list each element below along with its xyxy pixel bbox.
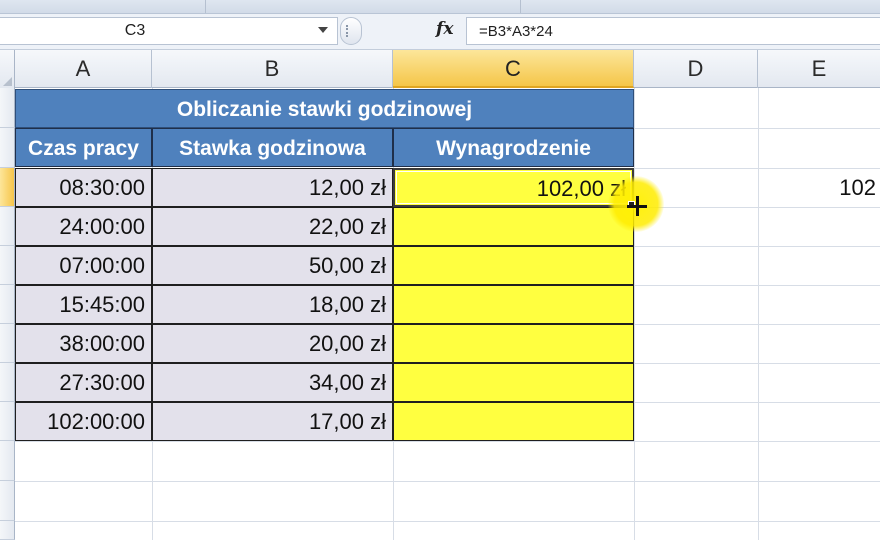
cell-a3[interactable]: 08:30:00 xyxy=(15,168,152,207)
column-header-d[interactable]: D xyxy=(634,50,758,88)
cell-b3[interactable]: 12,00 zł xyxy=(152,168,393,207)
row-header[interactable] xyxy=(0,402,15,441)
header-czas-pracy[interactable]: Czas pracy xyxy=(15,128,152,167)
cell-b9[interactable]: 17,00 zł xyxy=(152,402,393,441)
name-box-value: C3 xyxy=(124,22,146,39)
grid-line xyxy=(15,521,880,522)
cell-a8[interactable]: 27:30:00 xyxy=(15,363,152,402)
row-header[interactable] xyxy=(0,481,15,521)
cell-b4[interactable]: 22,00 zł xyxy=(152,207,393,246)
cell-c4[interactable] xyxy=(393,207,634,246)
row-header[interactable] xyxy=(0,128,15,168)
name-box[interactable]: C3 xyxy=(0,17,338,45)
insert-function-icon[interactable]: fx xyxy=(436,19,453,39)
cell-b6[interactable]: 18,00 zł xyxy=(152,285,393,324)
row-header[interactable] xyxy=(0,285,15,324)
crosshair-cursor-icon xyxy=(627,196,647,216)
cell-b7[interactable]: 20,00 zł xyxy=(152,324,393,363)
cell-b8[interactable]: 34,00 zł xyxy=(152,363,393,402)
cell-b5[interactable]: 50,00 zł xyxy=(152,246,393,285)
cell-a7[interactable]: 38:00:00 xyxy=(15,324,152,363)
column-header-c[interactable]: C xyxy=(393,50,634,88)
cell-a5[interactable]: 07:00:00 xyxy=(15,246,152,285)
column-headers: A B C D E xyxy=(0,50,880,88)
formula-text: =B3*A3*24 xyxy=(479,23,553,40)
cell-a4[interactable]: 24:00:00 xyxy=(15,207,152,246)
grid-line xyxy=(758,88,759,540)
grid-line xyxy=(15,481,880,482)
cell-c8[interactable] xyxy=(393,363,634,402)
column-header-e[interactable]: E xyxy=(758,50,880,88)
grip-icon xyxy=(346,25,349,37)
row-header[interactable] xyxy=(0,324,15,363)
ribbon-separator xyxy=(205,0,206,13)
chevron-down-icon[interactable] xyxy=(318,27,328,33)
header-stawka-godzinowa[interactable]: Stawka godzinowa xyxy=(152,128,393,167)
cell-e3[interactable]: 102 xyxy=(820,168,880,207)
ribbon-separator xyxy=(520,0,521,13)
ribbon-strip xyxy=(0,0,880,14)
cell-a9[interactable]: 102:00:00 xyxy=(15,402,152,441)
column-header-a[interactable]: A xyxy=(15,50,152,88)
row-header[interactable] xyxy=(0,88,15,128)
column-header-b[interactable]: B xyxy=(152,50,393,88)
cell-a6[interactable]: 15:45:00 xyxy=(15,285,152,324)
header-wynagrodzenie[interactable]: Wynagrodzenie xyxy=(393,128,634,167)
grid-line xyxy=(634,88,635,540)
triangle-icon xyxy=(3,77,12,86)
row-header-active[interactable] xyxy=(0,168,15,207)
table-title[interactable]: Obliczanie stawki godzinowej xyxy=(15,89,634,128)
cell-c7[interactable] xyxy=(393,324,634,363)
select-all-button[interactable] xyxy=(0,50,15,88)
row-header[interactable] xyxy=(0,246,15,285)
row-header[interactable] xyxy=(0,363,15,402)
formula-bar: C3 fx =B3*A3*24 xyxy=(0,14,880,50)
grid-line xyxy=(15,441,880,442)
row-header[interactable] xyxy=(0,441,15,481)
cell-c6[interactable] xyxy=(393,285,634,324)
formula-bar-resize-handle[interactable] xyxy=(340,17,362,45)
row-header[interactable] xyxy=(0,521,15,540)
cell-c9[interactable] xyxy=(393,402,634,441)
cell-c3-selected[interactable]: 102,00 zł xyxy=(393,168,634,207)
formula-input[interactable]: =B3*A3*24 xyxy=(466,17,880,45)
cell-c5[interactable] xyxy=(393,246,634,285)
row-header[interactable] xyxy=(0,207,15,246)
